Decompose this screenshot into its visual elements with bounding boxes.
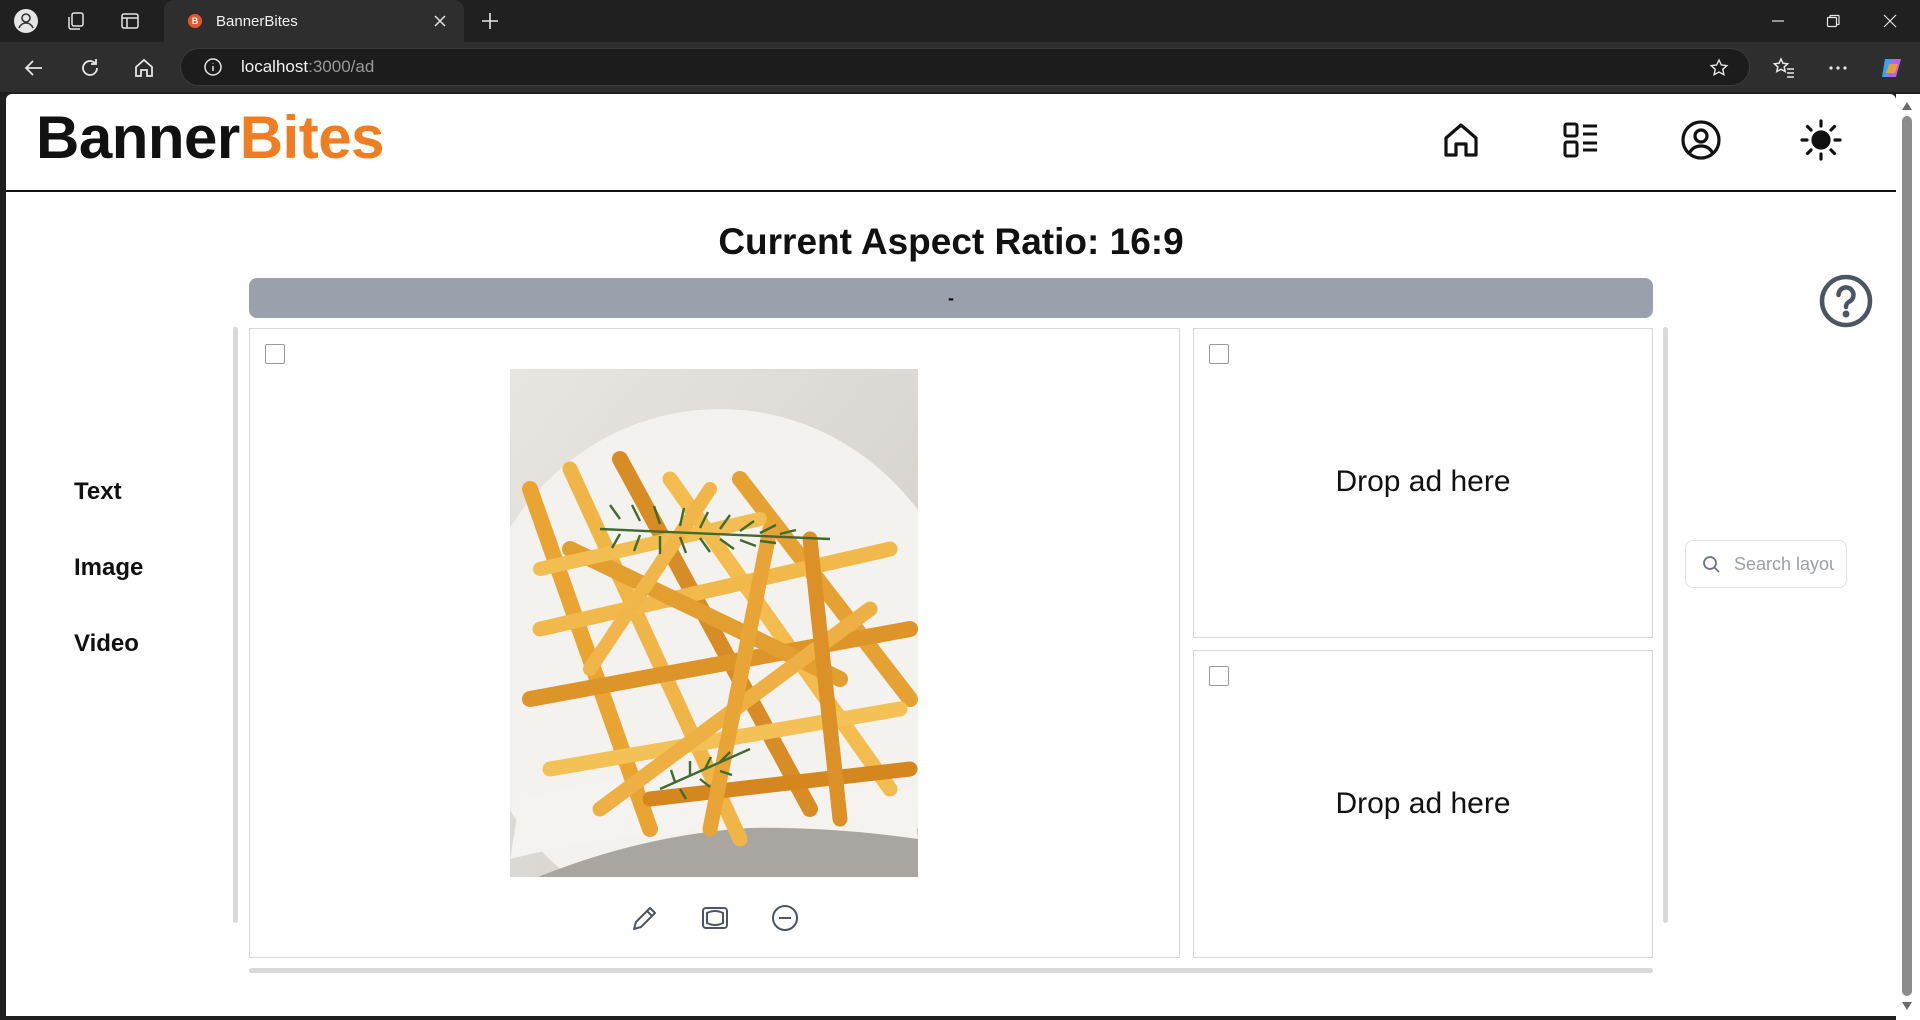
sidebar-item-text[interactable]: Text — [74, 476, 214, 552]
bottom-resize-handle[interactable] — [249, 968, 1653, 973]
slot-select-checkbox[interactable] — [265, 344, 285, 364]
drop-zone-label: Drop ad here — [1335, 787, 1511, 820]
page-viewport: BannerBites Current Aspect Ratio: 16:9 -… — [6, 94, 1896, 1016]
page-scrollbar-thumb[interactable] — [1902, 116, 1912, 996]
search-icon — [1700, 553, 1722, 575]
favorite-star-icon[interactable] — [1707, 56, 1731, 80]
aspect-ratio-bar-label: - — [948, 287, 954, 308]
new-tab-icon[interactable] — [476, 7, 504, 35]
copilot-icon[interactable] — [1876, 52, 1908, 84]
drop-zone-label: Drop ad here — [1335, 465, 1511, 498]
browser-navbar: localhost:3000/ad — [0, 42, 1920, 92]
ad-slot-bottom-right[interactable]: Drop ad here — [1193, 650, 1653, 958]
edit-pencil-icon[interactable] — [626, 899, 664, 937]
more-options-icon[interactable] — [1822, 52, 1854, 84]
user-circle-icon[interactable] — [1678, 117, 1724, 163]
favorites-icon[interactable] — [1768, 52, 1800, 84]
reload-icon[interactable] — [74, 52, 106, 84]
tab-favicon-icon: B — [188, 14, 202, 28]
browser-tab-active[interactable]: B BannerBites — [164, 0, 464, 42]
content-type-sidebar: Text Image Video — [74, 476, 214, 704]
layout-search — [1685, 540, 1847, 588]
window-close-icon[interactable] — [1870, 8, 1910, 34]
address-bar[interactable]: localhost:3000/ad — [180, 48, 1750, 86]
profile-icon[interactable] — [12, 7, 40, 35]
browser-titlebar: B BannerBites — [0, 0, 1920, 42]
scroll-down-arrow-icon[interactable] — [1899, 1000, 1915, 1012]
remove-circle-icon[interactable] — [766, 899, 804, 937]
tab-title: BannerBites — [216, 12, 298, 30]
ad-slot-top-right[interactable]: Drop ad here — [1193, 328, 1653, 638]
slot-select-checkbox[interactable] — [1209, 666, 1229, 686]
workspaces-icon[interactable] — [62, 7, 90, 35]
sun-icon[interactable] — [1798, 117, 1844, 163]
minimize-icon[interactable] — [1758, 8, 1798, 34]
right-resize-handle[interactable] — [1663, 327, 1668, 923]
brand-logo[interactable]: BannerBites — [36, 108, 384, 168]
logo-part-banner: Banner — [36, 104, 240, 171]
left-resize-handle[interactable] — [233, 327, 238, 923]
sidebar-item-image[interactable]: Image — [74, 552, 214, 628]
restore-icon[interactable] — [1813, 8, 1853, 34]
home-browser-icon[interactable] — [128, 52, 160, 84]
site-info-icon[interactable] — [201, 55, 225, 79]
tab-actions-icon[interactable] — [116, 7, 144, 35]
help-icon[interactable] — [1818, 273, 1874, 329]
ad-toolbar — [250, 899, 1179, 937]
url-path: :3000/ad — [308, 57, 375, 76]
search-input[interactable] — [1734, 553, 1834, 575]
fit-frame-icon[interactable] — [696, 899, 734, 937]
logo-part-bites: Bites — [239, 104, 385, 171]
layout-list-icon[interactable] — [1558, 117, 1604, 163]
tab-close-icon[interactable] — [428, 9, 452, 33]
french-fries-image — [510, 369, 918, 877]
app-header: BannerBites — [6, 94, 1896, 192]
aspect-ratio-bar[interactable]: - — [249, 278, 1653, 318]
back-icon[interactable] — [18, 52, 50, 84]
url-host: localhost — [241, 57, 309, 76]
home-icon[interactable] — [1438, 117, 1484, 163]
ad-slot-main[interactable] — [249, 328, 1180, 958]
sidebar-item-video[interactable]: Video — [74, 628, 214, 704]
url-text: localhost:3000/ad — [241, 57, 374, 77]
aspect-ratio-title: Current Aspect Ratio: 16:9 — [718, 221, 1184, 262]
scroll-up-arrow-icon[interactable] — [1899, 100, 1915, 112]
slot-select-checkbox[interactable] — [1209, 344, 1229, 364]
